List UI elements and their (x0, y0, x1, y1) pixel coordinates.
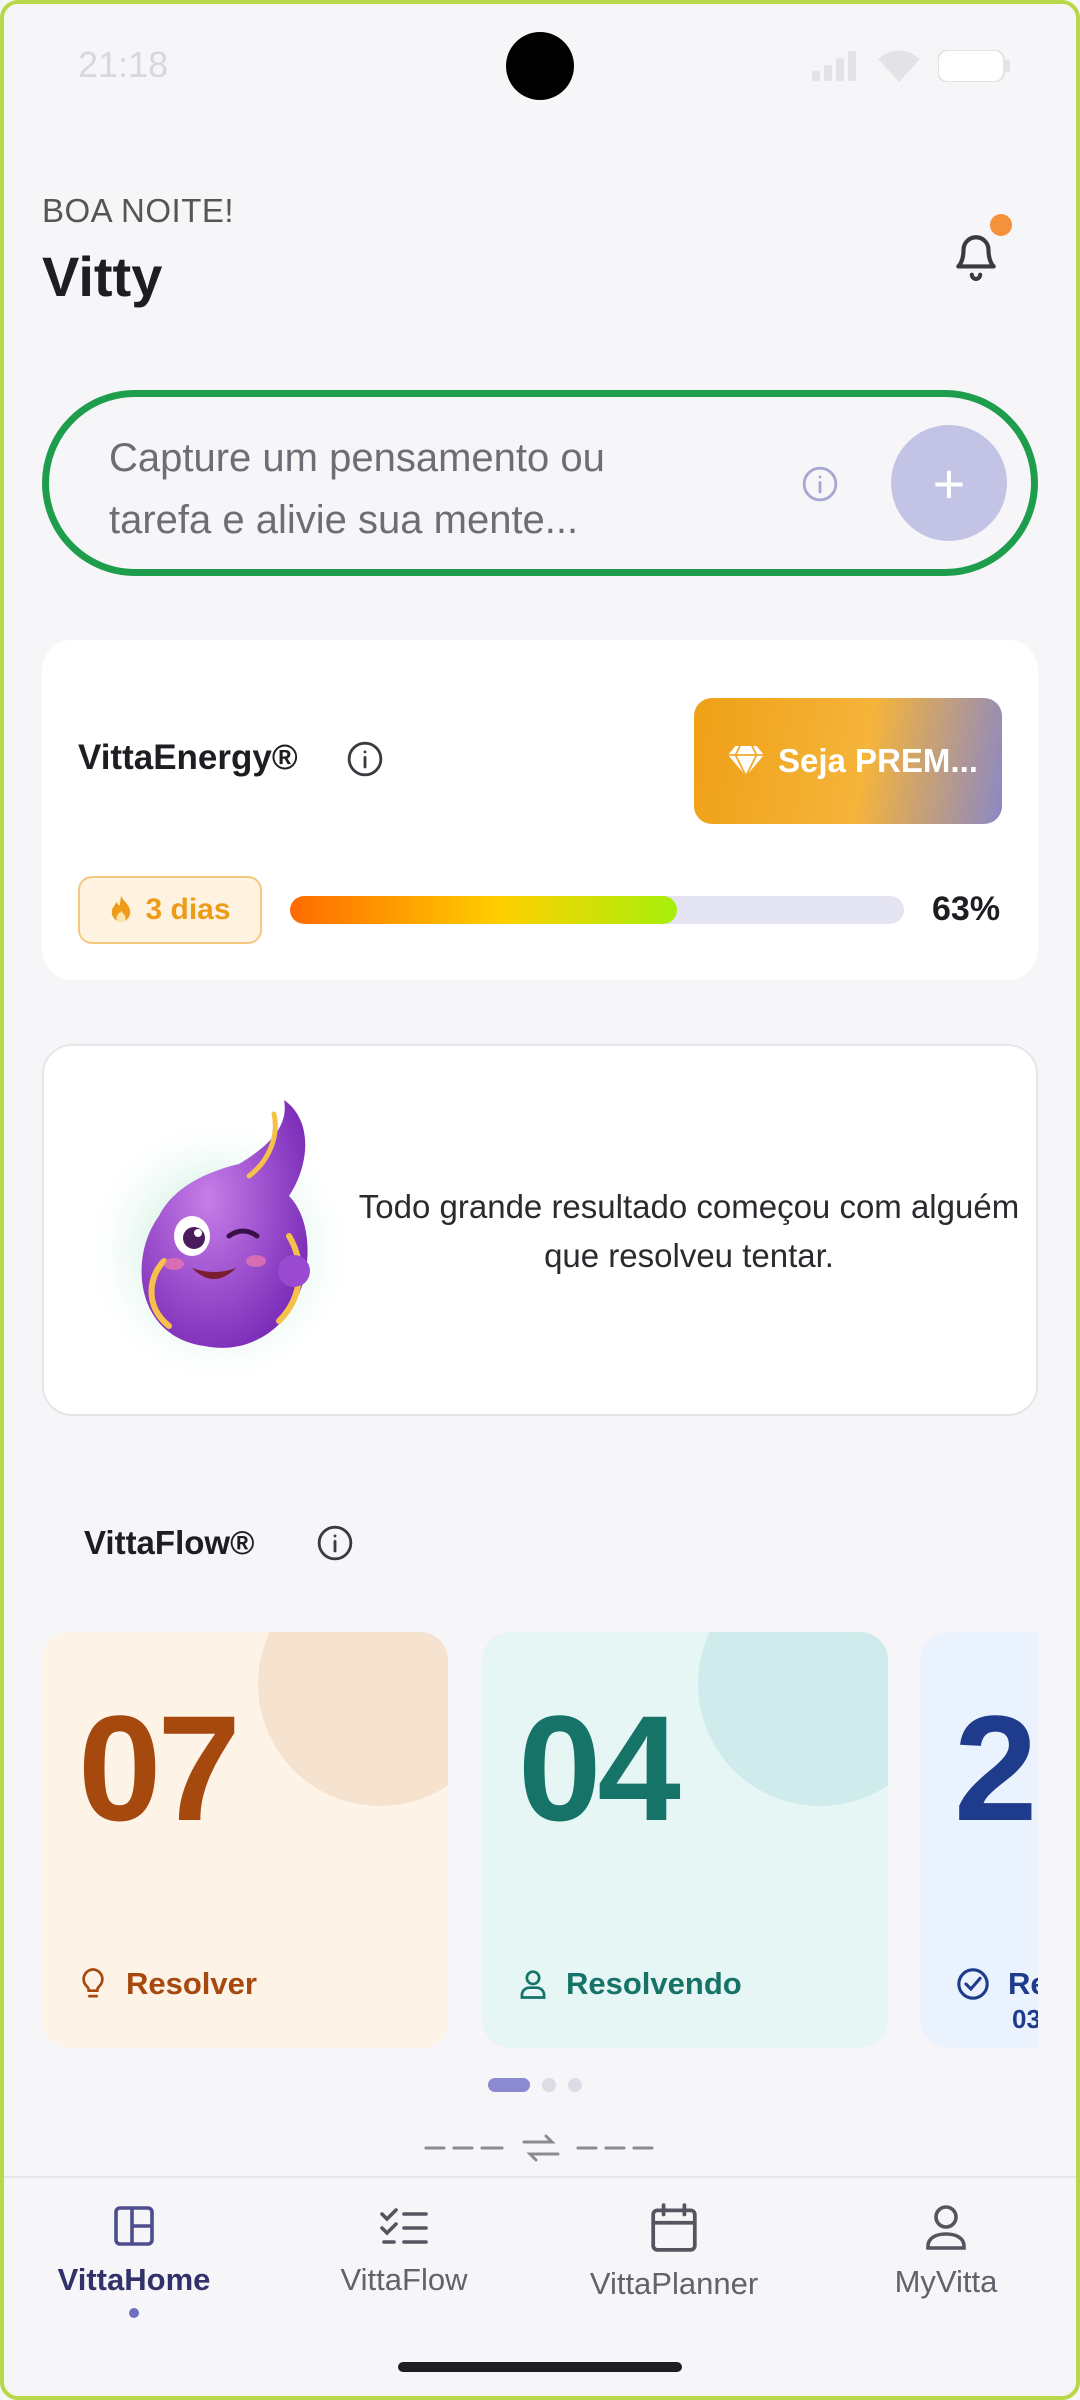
bell-icon (956, 235, 996, 281)
purple-flame-mascot (79, 1100, 359, 1386)
premium-button[interactable]: Seja PREM... (694, 698, 1002, 824)
flow-label-row: Resolver (78, 1966, 257, 2002)
dashboard-icon (114, 2206, 154, 2246)
flow-card-resolver[interactable]: 07 Resolver (42, 1632, 448, 2048)
status-icons (812, 50, 1010, 82)
nav-item-vittahome[interactable]: VittaHome (14, 2202, 254, 2318)
calendar-icon (651, 2203, 697, 2252)
capture-input-container[interactable]: Capture um pensamento ou tarefa e alivie… (42, 390, 1038, 576)
nav-item-myvitta[interactable]: MyVitta (826, 2202, 1066, 2300)
active-indicator (129, 2308, 139, 2318)
nav-label: VittaFlow (340, 2262, 468, 2297)
streak-badge: 3 dias (78, 876, 262, 944)
energy-progress-fill (290, 896, 677, 924)
quote-text: Todo grande resultado começou com alguém… (358, 1188, 1020, 1274)
decorative-circle (258, 1632, 448, 1806)
lightbulb-icon (82, 1968, 104, 1998)
flow-label: Resolvendo (566, 1966, 742, 2001)
pagination-dot[interactable] (568, 2078, 582, 2092)
premium-label: Seja PREM... (778, 742, 978, 779)
flow-section-title: VittaFlow® (84, 1524, 255, 1561)
nav-item-vittaplanner[interactable]: VittaPlanner (554, 2202, 794, 2302)
flow-card-resolved[interactable]: 2 Re 03 (920, 1632, 1038, 2048)
energy-percentage: 63% (932, 890, 1001, 928)
status-bar: 21:18 (0, 0, 1080, 130)
capture-input[interactable]: Capture um pensamento ou tarefa e alivie… (109, 427, 709, 551)
status-time: 21:18 (78, 44, 169, 85)
camera-cutout (506, 32, 574, 100)
checklist-icon (380, 2208, 428, 2244)
home-indicator[interactable] (398, 2362, 682, 2372)
flame-icon (112, 895, 131, 923)
flow-count: 07 (78, 1684, 241, 1852)
pagination-dot[interactable] (542, 2078, 556, 2092)
flow-carousel[interactable]: 07 Resolver 04 Resolvendo 2 R 03 (42, 1632, 1038, 2052)
wifi-icon (878, 50, 920, 82)
flow-sublabel: 03 (1012, 2004, 1038, 2034)
pagination-dot-active[interactable] (488, 2078, 530, 2092)
add-thought-button[interactable]: + (891, 425, 1007, 541)
nav-label: VittaHome (57, 2262, 211, 2297)
info-icon[interactable] (346, 740, 384, 778)
flow-count: 2 (954, 1684, 1037, 1852)
swipe-hint-icon (424, 2134, 654, 2162)
user-icon (926, 2205, 966, 2250)
flow-count: 04 (518, 1684, 681, 1852)
diamond-icon (728, 745, 764, 777)
carousel-pagination (488, 2078, 582, 2092)
energy-progress-bar (290, 896, 904, 924)
battery-icon (938, 50, 1010, 82)
streak-text: 3 dias (145, 893, 231, 926)
nav-label: MyVitta (894, 2264, 998, 2299)
nav-item-vittaflow[interactable]: VittaFlow (284, 2202, 524, 2298)
person-icon (520, 1970, 546, 1999)
check-circle-icon (957, 1968, 989, 2000)
flow-label-row: Re (956, 1966, 1038, 2002)
notification-badge (990, 214, 1012, 236)
flow-label: Re (1008, 1966, 1038, 2001)
flow-label-row: Resolvendo (518, 1966, 742, 2002)
info-icon[interactable] (801, 465, 839, 503)
flow-label: Resolver (126, 1966, 257, 2001)
user-name: Vitty (42, 245, 163, 308)
signal-icon (812, 51, 856, 81)
info-icon[interactable] (316, 1524, 354, 1562)
nav-label: VittaPlanner (589, 2266, 759, 2301)
flow-card-resolvendo[interactable]: 04 Resolvendo (482, 1632, 888, 2048)
energy-card: VittaEnergy® Seja PREM... 3 dias 63% (42, 640, 1038, 980)
energy-title: VittaEnergy® (78, 738, 298, 777)
greeting-text: BOA NOITE! (42, 192, 235, 229)
motivational-quote-card: Todo grande resultado começou com alguém… (42, 1044, 1038, 1416)
decorative-circle (698, 1632, 888, 1806)
